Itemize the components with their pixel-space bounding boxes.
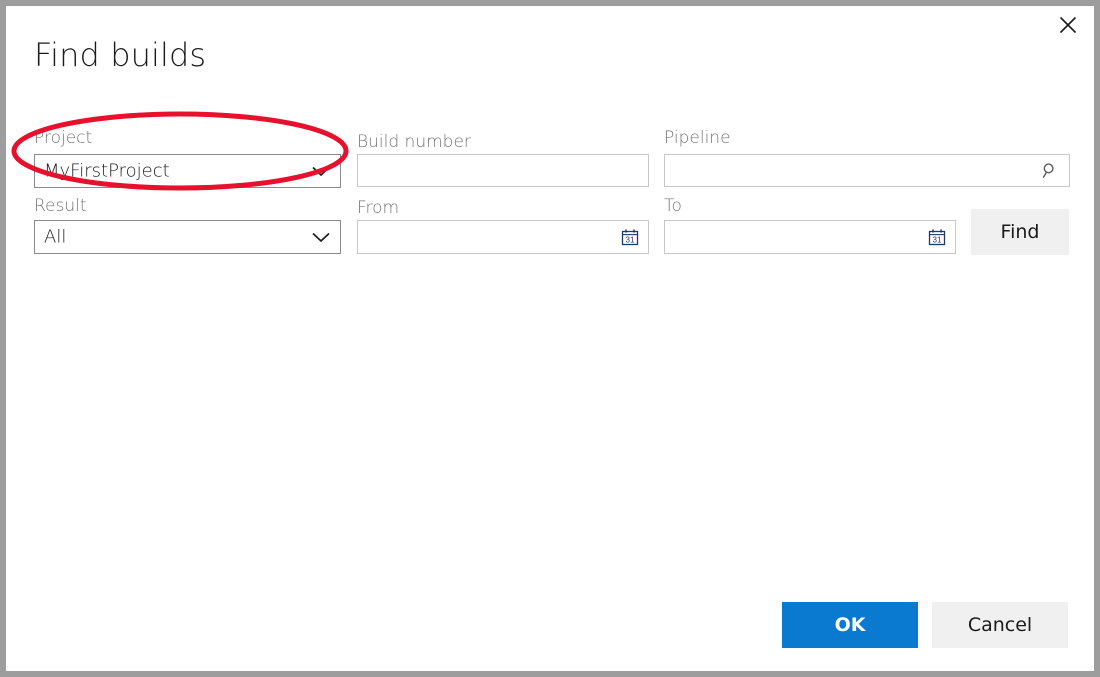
from-date-input[interactable]: 31	[357, 220, 649, 254]
result-dropdown[interactable]: All	[34, 220, 341, 254]
svg-text:31: 31	[933, 235, 942, 244]
pipeline-input[interactable]	[664, 154, 1070, 187]
label-result: Result	[34, 196, 87, 216]
label-project: Project	[34, 128, 92, 148]
build-number-input[interactable]	[357, 154, 649, 187]
calendar-icon[interactable]: 31	[620, 227, 640, 247]
label-pipeline: Pipeline	[664, 128, 731, 148]
screen-root: Find builds Project MyFirstProject Build…	[0, 0, 1100, 677]
find-builds-dialog: Find builds Project MyFirstProject Build…	[6, 6, 1094, 671]
close-icon	[1059, 16, 1077, 34]
label-to: To	[664, 196, 682, 216]
page-title: Find builds	[34, 34, 206, 76]
svg-text:31: 31	[626, 235, 635, 244]
result-dropdown-value: All	[44, 227, 66, 248]
label-from: From	[357, 198, 399, 218]
cancel-button[interactable]: Cancel	[932, 602, 1068, 648]
project-dropdown-value: MyFirstProject	[44, 161, 170, 182]
project-dropdown[interactable]: MyFirstProject	[34, 154, 341, 188]
close-button[interactable]	[1046, 8, 1090, 42]
search-icon[interactable]	[1041, 162, 1059, 180]
ok-button[interactable]: OK	[782, 602, 918, 648]
find-button[interactable]: Find	[971, 209, 1069, 255]
chevron-down-icon	[310, 164, 332, 178]
calendar-icon[interactable]: 31	[927, 227, 947, 247]
label-build-number: Build number	[357, 132, 471, 152]
chevron-down-icon	[310, 230, 332, 244]
to-date-input[interactable]: 31	[664, 220, 956, 254]
